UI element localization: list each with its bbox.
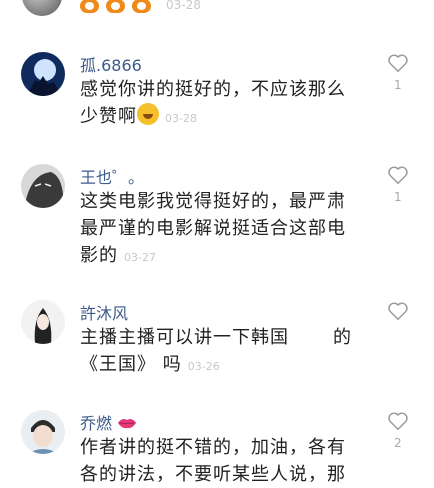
comment-date: 03-28	[165, 112, 197, 125]
username[interactable]: 王也゜。	[80, 164, 144, 188]
comment-date: 03-26	[187, 360, 220, 373]
crying-laughing-emoji	[137, 103, 159, 125]
comment-text: 感觉你讲的挺好的，不应该那么少赞啊 03-28	[80, 76, 360, 132]
comment-text: 作者讲的挺不错的，加油，各有各的讲法，不要听某些人说，那	[80, 434, 360, 488]
avatar[interactable]	[22, 0, 62, 16]
heart-outline-icon[interactable]	[387, 300, 409, 322]
like-count: 2	[394, 436, 402, 450]
comment-body: 作者讲的挺不错的，加油，各有各的讲法，不要听某些人说，那	[80, 437, 346, 485]
username-text: 乔燃	[80, 414, 113, 433]
comment-body: 感觉你讲的挺好的，不应该那么少赞啊	[80, 79, 346, 127]
avatar[interactable]	[21, 300, 65, 344]
comment-body: 的	[333, 327, 352, 348]
username[interactable]: 孤.6866	[80, 52, 142, 76]
fire-icon	[80, 0, 99, 13]
comment-body: 《王国》 吗	[80, 354, 182, 375]
avatar[interactable]	[21, 164, 65, 208]
fire-icon	[132, 0, 151, 13]
like-count: 1	[394, 78, 402, 92]
fire-icon	[106, 0, 125, 13]
heart-outline-icon[interactable]	[387, 164, 409, 186]
lips-icon	[118, 419, 137, 429]
comment-body: 这类电影我觉得挺好的，最严肃最严谨的电影解说挺适合这部电影的	[80, 191, 346, 266]
username[interactable]: 乔燃	[80, 410, 137, 434]
heart-outline-icon[interactable]	[387, 52, 409, 74]
previous-comment-tail: 03-28	[0, 0, 434, 18]
heart-outline-icon[interactable]	[387, 410, 409, 432]
comment-date: 03-27	[124, 251, 156, 264]
comment-date: 03-28	[166, 0, 201, 12]
avatar[interactable]	[21, 52, 65, 96]
comment-body: 主播主播可以讲一下韩国	[80, 327, 289, 348]
comment-text: 主播主播可以讲一下韩国 的 《王国》 吗 03-26	[80, 324, 360, 380]
like-count: 1	[394, 190, 402, 204]
avatar[interactable]	[21, 410, 65, 454]
comment-text: 这类电影我觉得挺好的，最严肃最严谨的电影解说挺适合这部电影的 03-27	[80, 188, 360, 271]
username[interactable]: 許沐风	[80, 300, 128, 324]
